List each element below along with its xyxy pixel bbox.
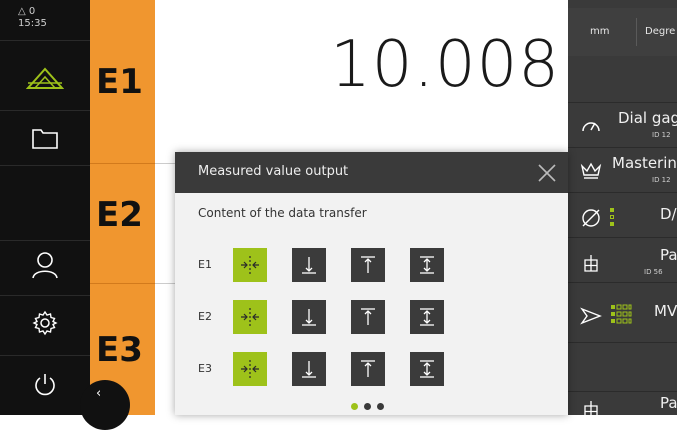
range-button-e1[interactable] bbox=[410, 248, 444, 282]
max-value-button-e1[interactable] bbox=[351, 248, 385, 282]
min-value-icon bbox=[302, 257, 316, 274]
diameter-icon bbox=[582, 209, 600, 227]
max-value-button-e3[interactable] bbox=[351, 352, 385, 386]
min-value-icon bbox=[302, 309, 316, 326]
user-icon[interactable] bbox=[25, 245, 65, 285]
dialog-header: Measured value output bbox=[175, 152, 568, 193]
unit-bar: mm Degre bbox=[568, 8, 677, 57]
crown-icon bbox=[580, 162, 602, 179]
grid-icon bbox=[584, 255, 598, 272]
range-button-e3[interactable] bbox=[410, 352, 444, 386]
close-icon[interactable] bbox=[535, 161, 559, 185]
max-value-icon bbox=[361, 360, 375, 377]
chevron-left-icon: ‹ bbox=[96, 386, 102, 401]
right-item-part[interactable]: Pa ID 56 bbox=[568, 238, 677, 283]
current-value-icon bbox=[241, 360, 259, 378]
row-label-e1: E1 bbox=[198, 258, 212, 271]
unit-degree-button[interactable]: Degre bbox=[645, 8, 675, 56]
axis-label-e2: E2 bbox=[96, 195, 143, 235]
min-value-button-e2[interactable] bbox=[292, 300, 326, 334]
max-value-button-e2[interactable] bbox=[351, 300, 385, 334]
current-value-button-e3[interactable] bbox=[233, 352, 267, 386]
row-label-e2: E2 bbox=[198, 310, 212, 323]
range-icon bbox=[420, 308, 434, 326]
settings-icon[interactable] bbox=[25, 303, 65, 343]
current-value-icon bbox=[241, 256, 259, 274]
right-item-mv-output[interactable]: MV bbox=[560, 290, 677, 343]
right-item-part-2[interactable]: Pa bbox=[568, 392, 677, 422]
unit-mm-button[interactable]: mm bbox=[590, 8, 609, 56]
send-icon bbox=[580, 307, 602, 325]
row-label-e3: E3 bbox=[198, 362, 212, 375]
current-value-button-e2[interactable] bbox=[233, 300, 267, 334]
min-value-button-e3[interactable] bbox=[292, 352, 326, 386]
page-dot-2[interactable] bbox=[364, 403, 371, 410]
range-icon bbox=[420, 256, 434, 274]
range-icon bbox=[420, 360, 434, 378]
axis-label-e3: E3 bbox=[96, 330, 143, 370]
clock: 15:35 bbox=[18, 18, 47, 29]
measure-icon[interactable] bbox=[25, 58, 65, 98]
right-item-dial-gauge[interactable]: Dial gag ID 12 bbox=[568, 103, 677, 148]
current-value-button-e1[interactable] bbox=[233, 248, 267, 282]
current-value-icon bbox=[241, 308, 259, 326]
axis-label-e1: E1 bbox=[96, 62, 143, 102]
status-area: △ 0 15:35 bbox=[18, 6, 47, 30]
measured-value-output-dialog: Measured value output Content of the dat… bbox=[175, 152, 568, 415]
dialog-subtitle: Content of the data transfer bbox=[198, 206, 367, 220]
sidebar: △ 0 15:35 bbox=[0, 0, 90, 415]
right-panel-blank-row bbox=[568, 343, 677, 392]
min-value-icon bbox=[302, 361, 316, 378]
max-value-icon bbox=[361, 256, 375, 273]
max-value-icon bbox=[361, 308, 375, 325]
right-item-mastering[interactable]: Masterin ID 12 bbox=[568, 148, 677, 193]
page-dot-1[interactable] bbox=[351, 403, 358, 410]
right-panel-spacer bbox=[568, 56, 677, 103]
collapse-sidebar-button[interactable]: ‹ bbox=[80, 380, 130, 430]
dial-gauge-icon bbox=[582, 122, 600, 132]
grid-icon bbox=[584, 401, 598, 418]
dialog-title: Measured value output bbox=[198, 164, 349, 179]
power-icon[interactable] bbox=[25, 365, 65, 405]
min-value-button-e1[interactable] bbox=[292, 248, 326, 282]
measured-value-e1: 10.008 bbox=[330, 28, 560, 102]
folder-icon[interactable] bbox=[25, 118, 65, 158]
alert-count: △ 0 bbox=[18, 6, 36, 17]
range-button-e2[interactable] bbox=[410, 300, 444, 334]
page-dot-3[interactable] bbox=[377, 403, 384, 410]
output-matrix-icon bbox=[611, 304, 632, 324]
right-item-diameter[interactable]: D/ bbox=[568, 193, 677, 238]
